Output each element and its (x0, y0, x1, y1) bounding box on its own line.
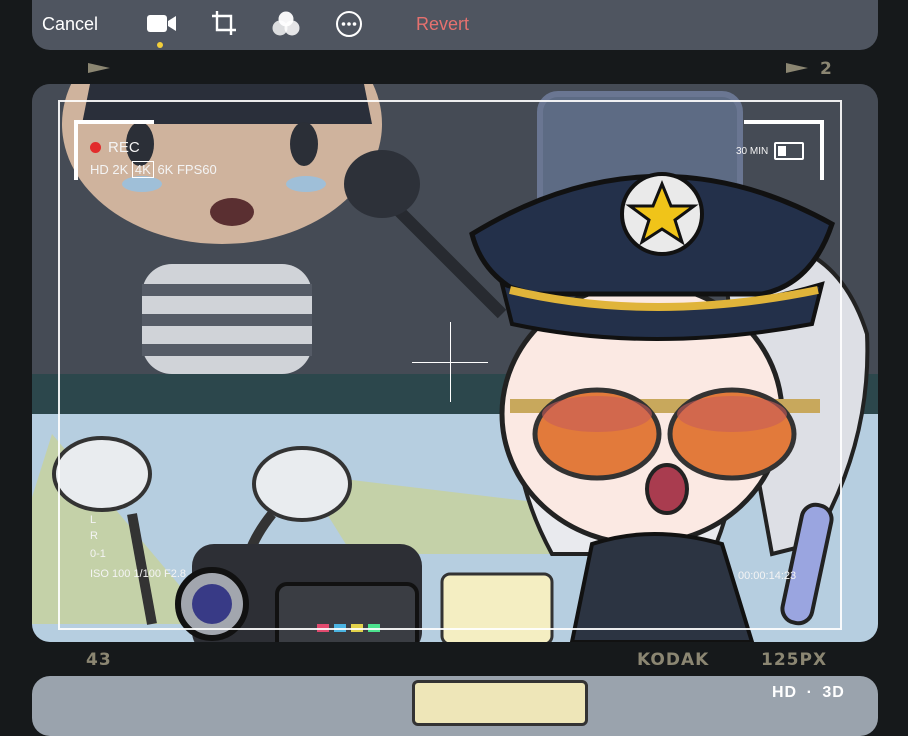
photo-preview: REC HD 2K 4K 6K FPS60 30 MIN L R 0-1 ISO… (32, 84, 878, 642)
frame-number-top: 2 (820, 59, 833, 79)
resolution-selected: 4K (131, 161, 154, 178)
video-icon[interactable] (146, 12, 178, 36)
film-arrow-left (88, 63, 110, 73)
rec-indicator-dot (90, 142, 101, 153)
viewfinder-corner (74, 120, 154, 124)
filters-icon[interactable] (271, 10, 301, 38)
battery-icon (774, 142, 804, 160)
exposure-right-meter: R (90, 530, 98, 542)
cancel-button[interactable]: Cancel (42, 14, 98, 35)
viewfinder-corner (820, 120, 824, 180)
three-d-label: 3D (822, 684, 845, 701)
viewfinder-corner (74, 120, 78, 180)
resolution-prefix: HD 2K (90, 162, 129, 177)
exposure-left-meter: L (90, 514, 97, 526)
crosshair-horizontal (412, 362, 488, 363)
revert-button[interactable]: Revert (416, 14, 469, 35)
rec-label: REC (108, 139, 140, 156)
exposure-compensation: 0-1 (90, 548, 106, 560)
frame-number-bottom: 43 (86, 650, 112, 670)
timecode: 00:00:14:23 (738, 570, 797, 582)
film-brand: KODAK (637, 650, 710, 670)
notepad-illustration (412, 680, 588, 726)
resolution-suffix: 6K FPS60 (157, 162, 217, 177)
battery-time: 30 MIN (736, 146, 769, 157)
hd-3d-separator: · (806, 684, 813, 701)
exposure-settings: ISO 100 1/100 F2.8 (90, 568, 187, 580)
active-tool-indicator (157, 42, 163, 48)
viewfinder-corner (744, 120, 824, 124)
crop-icon[interactable] (210, 9, 238, 37)
film-speed: 125PX (761, 650, 828, 670)
film-arrow-right (786, 63, 808, 73)
next-film-frame (32, 676, 878, 736)
hd-3d-badge: HD · 3D (772, 684, 845, 702)
hd-label: HD (772, 684, 798, 701)
more-icon[interactable] (335, 10, 363, 38)
resolution-row: HD 2K 4K 6K FPS60 (90, 161, 217, 178)
